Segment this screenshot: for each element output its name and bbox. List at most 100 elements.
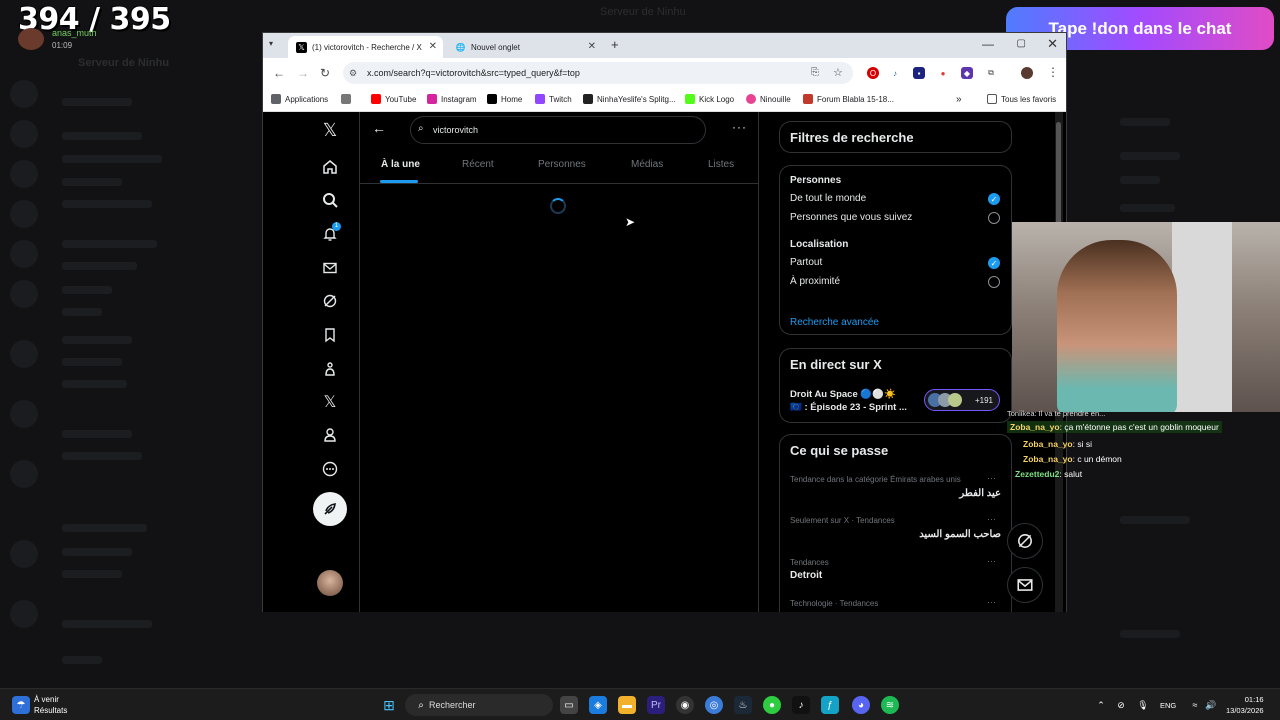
messages-floating-button[interactable] (1007, 567, 1043, 603)
language-indicator[interactable]: ENG (1160, 701, 1176, 710)
extension-icon[interactable]: ▪ (913, 67, 925, 79)
trend-more-icon[interactable]: ··· (987, 556, 996, 566)
profile-avatar-icon[interactable] (1021, 67, 1033, 79)
grid-icon[interactable] (341, 94, 355, 104)
spotify-icon[interactable]: ≋ (881, 696, 899, 714)
jobs-icon[interactable] (320, 359, 340, 379)
trend-more-icon[interactable]: ··· (987, 514, 996, 524)
weather-widget-icon[interactable]: ☂ (12, 696, 30, 714)
more-circle-icon[interactable] (320, 459, 340, 479)
bookmark-splits[interactable]: NinhaYeslife's Splitg... (583, 94, 676, 104)
kick-icon (685, 94, 695, 104)
tab-search-chevron-icon[interactable]: ▾ (269, 39, 273, 48)
steam-icon[interactable]: ♨ (734, 696, 752, 714)
trend-name[interactable]: صاحب السمو السيد (919, 529, 1001, 540)
address-bar[interactable]: x.com/search?q=victorovitch&src=typed_qu… (343, 62, 853, 84)
filter-anywhere-radio[interactable]: ✓ (988, 257, 1000, 269)
bookmark-forum[interactable]: Forum Blabla 15-18... (803, 94, 894, 104)
volume-icon[interactable]: 🔊 (1202, 696, 1220, 714)
filter-anywhere-label[interactable]: Partout (790, 257, 822, 268)
space-listeners-pill[interactable]: +191 (924, 389, 1000, 411)
bookmarks-icon[interactable] (320, 325, 340, 345)
grok-floating-button[interactable] (1007, 523, 1043, 559)
trend-name[interactable]: عيد الفطر (959, 488, 1001, 499)
task-view-icon[interactable]: ▭ (560, 696, 578, 714)
tab-recent[interactable]: Récent (462, 159, 494, 170)
microphone-icon[interactable]: 🎙 (1134, 696, 1152, 714)
audio-extension-icon[interactable]: ♪ (889, 67, 901, 79)
close-tab-icon[interactable]: ✕ (429, 41, 437, 52)
reload-icon[interactable]: ↻ (320, 66, 330, 80)
tab-top[interactable]: À la une (381, 159, 420, 170)
forward-icon[interactable]: → (297, 66, 309, 80)
weather-widget[interactable]: À venir Résultats (34, 694, 67, 716)
bg-member (1120, 152, 1180, 160)
post-button[interactable] (313, 492, 347, 526)
close-tab-icon[interactable]: ✕ (588, 41, 596, 52)
filter-following-label[interactable]: Personnes que vous suivez (790, 212, 912, 223)
install-app-icon[interactable]: ⎘ (811, 67, 819, 78)
messages-envelope-icon[interactable] (320, 258, 340, 278)
extensions-puzzle-icon[interactable]: ⧉ (985, 67, 997, 79)
more-bookmarks-chevron-icon[interactable]: » (956, 94, 962, 105)
premium-x-icon[interactable]: 𝕏 (320, 392, 340, 412)
space-title-line1[interactable]: Droit Au Space 🔵⚪☀️ (790, 389, 896, 400)
advanced-search-link[interactable]: Recherche avancée (790, 317, 879, 328)
home-icon[interactable] (320, 157, 340, 177)
taskbar-clock[interactable]: 01:16 13/03/2026 (1226, 694, 1264, 716)
chrome-icon[interactable]: ◎ (705, 696, 723, 714)
tab-people[interactable]: Personnes (538, 159, 586, 170)
filter-nearby-radio[interactable] (988, 276, 1000, 288)
window-minimize-icon[interactable]: — (982, 37, 994, 51)
lastpass-extension-icon[interactable]: ● (937, 67, 949, 79)
profile-icon[interactable] (320, 425, 340, 445)
bookmark-ninouille[interactable]: Ninouille (746, 94, 791, 104)
explore-search-icon[interactable] (320, 190, 340, 210)
trend-more-icon[interactable]: ··· (987, 473, 996, 483)
filter-everyone-label[interactable]: De tout le monde (790, 193, 866, 204)
new-tab-plus-icon[interactable]: + (611, 37, 619, 52)
tiktok-icon[interactable]: ♪ (792, 696, 810, 714)
bookmark-instagram[interactable]: Instagram (427, 94, 477, 104)
bookmark-star-icon[interactable]: ☆ (833, 66, 843, 79)
browser-tab-x-search[interactable]: 𝕏 (1) victorovitch - Recherche / X ✕ (288, 36, 443, 58)
account-avatar[interactable] (317, 570, 343, 596)
trend-name[interactable]: Detroit (790, 570, 822, 581)
x-search-input[interactable]: victorovitch (410, 116, 706, 144)
tray-chevron-icon[interactable]: ⌃ (1092, 696, 1110, 714)
filter-nearby-label[interactable]: À proximité (790, 276, 840, 287)
obs-icon[interactable]: ◉ (676, 696, 694, 714)
tray-network-off-icon[interactable]: ⊘ (1112, 696, 1130, 714)
tab-media[interactable]: Médias (631, 159, 663, 170)
window-close-icon[interactable]: ✕ (1047, 36, 1058, 52)
more-options-icon[interactable]: ··· (732, 120, 747, 134)
premiere-pro-icon[interactable]: Pr (647, 696, 665, 714)
filter-following-radio[interactable] (988, 212, 1000, 224)
shield-extension-icon[interactable]: ◆ (961, 67, 973, 79)
app-blue-icon[interactable]: ƒ (821, 696, 839, 714)
space-title-line2[interactable]: 🇪🇺 : Épisode 23 - Sprint ... (790, 402, 907, 413)
file-explorer-icon[interactable]: ▬ (618, 696, 636, 714)
copilot-icon[interactable]: ◈ (589, 696, 607, 714)
bookmark-youtube[interactable]: YouTube (371, 94, 416, 104)
windows-start-icon[interactable]: ⊞ (380, 696, 398, 714)
app-green-icon[interactable]: ● (763, 696, 781, 714)
back-icon[interactable]: ← (273, 66, 285, 80)
bookmark-applications[interactable]: Applications (271, 94, 328, 104)
filter-everyone-radio[interactable]: ✓ (988, 193, 1000, 205)
bookmark-kick[interactable]: Kick Logo (685, 94, 734, 104)
bookmark-home[interactable]: Home (487, 94, 522, 104)
browser-menu-icon[interactable]: ⋮ (1047, 65, 1059, 79)
x-logo-icon[interactable]: 𝕏 (320, 120, 340, 140)
back-arrow-icon[interactable]: ← (372, 120, 386, 136)
trend-more-icon[interactable]: ··· (987, 597, 996, 607)
opera-extension-icon[interactable]: O (867, 67, 879, 79)
all-bookmarks-folder[interactable]: Tous les favoris (987, 94, 1056, 104)
window-maximize-icon[interactable]: ▢ (1017, 38, 1026, 49)
bookmark-twitch[interactable]: Twitch (535, 94, 572, 104)
discord-icon[interactable]: ◕ (852, 696, 870, 714)
tab-lists[interactable]: Listes (708, 159, 734, 170)
site-info-icon[interactable]: ⚙ (349, 68, 357, 79)
grok-icon[interactable] (320, 291, 340, 311)
browser-tab-new-tab[interactable]: 🌐 Nouvel onglet ✕ (447, 36, 602, 58)
